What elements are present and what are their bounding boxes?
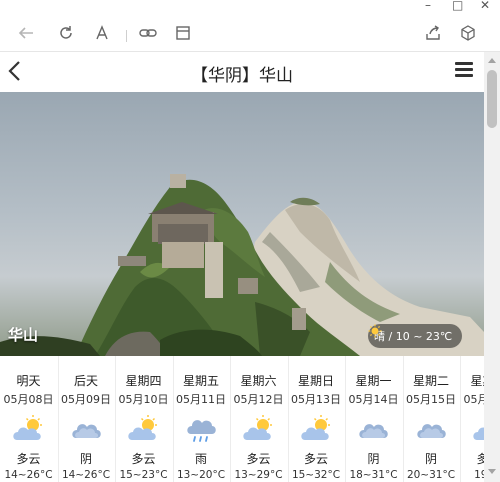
forecast-day-date: 05月11日 xyxy=(176,393,226,406)
forecast-divider xyxy=(172,356,174,482)
browser-toolbar xyxy=(0,14,500,52)
forecast-day-name: 星期二 xyxy=(412,374,449,388)
sun-icon xyxy=(368,324,382,338)
forecast-day[interactable]: 星期四 05月10日 多云 15~23°C xyxy=(115,356,172,482)
forecast-day-temperature: 13~20°C xyxy=(176,469,226,481)
forecast-day-temperature: 15~23°C xyxy=(119,469,168,481)
forecast-day-condition: 阴 xyxy=(79,452,92,466)
forecast-day-temperature: 18~31°C xyxy=(349,469,398,481)
forecast-day-temperature: 13~29°C xyxy=(234,469,283,481)
partly-cloudy-icon xyxy=(11,414,45,444)
link-icon[interactable] xyxy=(138,23,158,43)
cloudy-icon xyxy=(69,414,103,444)
cube-icon[interactable] xyxy=(458,23,478,43)
scroll-thumb[interactable] xyxy=(487,70,497,128)
forecast-divider xyxy=(230,356,231,482)
minimize-button[interactable]: – xyxy=(425,0,431,12)
forecast-day[interactable]: 星期日 05月13日 多云 15~32°C xyxy=(288,356,345,482)
forecast-day[interactable]: 后天 05月09日阴 14~26°C xyxy=(58,356,115,482)
forecast-day-name: 后天 xyxy=(73,374,98,388)
forecast-day-name: 星期五 xyxy=(182,374,219,388)
partly-cloudy-icon xyxy=(471,414,484,444)
forecast-day-date: 05月13日 xyxy=(291,393,341,406)
partly-cloudy-icon xyxy=(126,414,160,444)
forecast-divider xyxy=(402,356,404,482)
forecast-day-date: 05月10日 xyxy=(118,393,169,406)
maximize-button[interactable]: □ xyxy=(452,0,463,12)
forecast-day-condition: 多云 xyxy=(16,452,41,466)
location-label: 华山 xyxy=(8,326,39,344)
current-weather-badge: 晴 / 10 ~ 23℃ xyxy=(368,324,463,348)
share-icon[interactable] xyxy=(423,23,443,43)
forecast-day-temperature: 20~31°C xyxy=(406,469,456,481)
forecast-day-date: 05月16日 xyxy=(463,393,485,406)
close-window-button[interactable]: ✕ xyxy=(480,0,490,12)
forecast-day[interactable]: 明天 05月08日 多云 14~26°C xyxy=(0,356,57,482)
partly-cloudy-icon xyxy=(241,414,275,444)
forecast-divider xyxy=(460,356,461,482)
hero-photo: 华山 晴 / 10 ~ 23℃ xyxy=(0,92,484,356)
partly-cloudy-icon xyxy=(299,414,333,444)
forecast-day[interactable]: 星期五 05月11日雨 13~20°C xyxy=(173,356,230,482)
page-scrollbar[interactable] xyxy=(484,52,500,482)
forecast-day-temperature: 19~3 xyxy=(474,469,484,481)
forecast-day-name: 明天 xyxy=(16,374,41,388)
font-icon[interactable] xyxy=(92,23,112,43)
forecast-divider xyxy=(287,356,289,482)
refresh-icon[interactable] xyxy=(56,23,76,43)
forecast-day-name: 星期四 xyxy=(125,374,162,388)
menu-icon[interactable] xyxy=(455,62,473,80)
scroll-down-icon[interactable] xyxy=(488,469,496,474)
window-title-bar: – □ ✕ xyxy=(0,0,500,14)
forecast-divider xyxy=(115,356,116,482)
reader-icon[interactable] xyxy=(173,23,193,43)
forecast-day-name: 星期三 xyxy=(470,374,484,388)
page-header: 【华阴】华山 xyxy=(0,52,484,92)
forecast-day[interactable]: 星期二 05月15日阴 20~31°C xyxy=(403,356,460,482)
forecast-divider xyxy=(57,356,59,482)
forecast-day-name: 星期六 xyxy=(240,374,277,388)
forecast-day-date: 05月12日 xyxy=(233,393,284,406)
forecast-day-date: 05月15日 xyxy=(406,393,456,406)
forecast-day-temperature: 14~26°C xyxy=(61,469,111,481)
chevron-left-icon[interactable] xyxy=(4,58,26,84)
forecast-day-name: 星期一 xyxy=(355,374,392,388)
forecast-day-condition: 多云 xyxy=(131,452,156,466)
forecast-day[interactable]: 星期一 05月14日阴 18~31°C xyxy=(345,356,402,482)
forecast-day-condition: 雨 xyxy=(194,452,207,466)
cloudy-icon xyxy=(414,414,448,444)
rain-icon xyxy=(184,414,218,444)
forecast-day-condition: 阴 xyxy=(367,452,380,466)
forecast-day-condition: 多云 xyxy=(246,452,271,466)
forecast-day[interactable]: 星期三 05月16日多云 19~3 xyxy=(460,356,484,482)
cloudy-icon xyxy=(356,414,390,444)
forecast-day-date: 05月08日 xyxy=(3,393,54,406)
forecast-day-date: 05月14日 xyxy=(348,393,399,406)
page-title: 【华阴】华山 xyxy=(191,66,293,86)
forecast-day[interactable]: 星期六 05月12日 多云 13~29°C xyxy=(230,356,287,482)
forecast-day-date: 05月09日 xyxy=(61,393,111,406)
forecast-day-condition: 多云 xyxy=(303,452,328,466)
forecast-day-temperature: 15~32°C xyxy=(291,469,341,481)
scroll-up-icon[interactable] xyxy=(488,58,496,63)
back-arrow-icon[interactable] xyxy=(16,23,36,43)
forecast-strip[interactable]: 明天 05月08日 多云 14~26°C 后天 05月09日阴 14~26°C 星期四 05月1… xyxy=(0,356,484,482)
forecast-divider xyxy=(345,356,346,482)
current-weather-text: 晴 / 10 ~ 23℃ xyxy=(374,330,453,343)
toolbar-divider xyxy=(126,30,127,42)
forecast-day-name: 星期日 xyxy=(297,374,334,388)
forecast-day-condition: 多云 xyxy=(476,452,484,466)
forecast-day-temperature: 14~26°C xyxy=(4,469,53,481)
mountain-photo xyxy=(0,174,484,356)
forecast-day-condition: 阴 xyxy=(424,452,437,466)
